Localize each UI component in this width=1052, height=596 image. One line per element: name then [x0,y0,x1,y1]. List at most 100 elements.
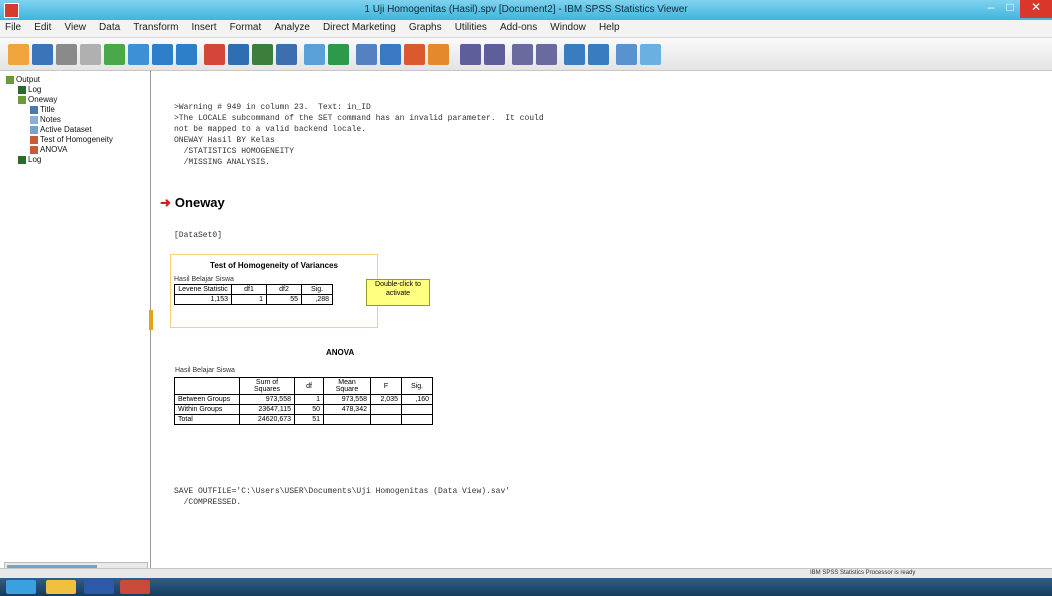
word-icon[interactable] [84,580,114,594]
menu-analyze[interactable]: Analyze [269,20,315,35]
cell: 50 [294,404,324,415]
row-label: Within Groups [174,404,240,415]
maximize-button[interactable]: □ [1001,0,1019,18]
show-all-icon[interactable] [428,44,449,65]
tree-item-notes[interactable]: Notes [30,115,61,124]
cell [370,414,402,425]
script-icon[interactable] [380,44,401,65]
prev-icon[interactable] [460,44,481,65]
insert-output-icon[interactable] [404,44,425,65]
header-cell: df2 [266,284,302,295]
save-icon[interactable] [32,44,53,65]
menu-window[interactable]: Window [545,20,591,35]
preview-icon[interactable] [80,44,101,65]
table-icon [30,135,38,144]
designate-window-icon[interactable] [356,44,377,65]
anova-table[interactable]: Sum of Squares df Mean Square F Sig. Bet… [174,377,433,425]
insert-text-icon[interactable] [640,44,661,65]
menu-utilities[interactable]: Utilities [450,20,492,35]
cell: 478,342 [323,404,371,415]
insert-heading-icon[interactable] [616,44,637,65]
activate-tooltip: Double-click to activate [366,279,430,306]
goto-case-icon[interactable] [228,44,249,65]
hide-icon[interactable] [588,44,609,65]
tree-item-active-dataset[interactable]: Active Dataset [30,125,92,134]
goto-data-icon[interactable] [204,44,225,65]
close-button[interactable]: ✕ [1020,0,1052,18]
cell [401,414,433,425]
log-icon [18,85,26,94]
log-icon [18,155,26,164]
menu-file[interactable]: File [0,20,26,35]
anova-title: ANOVA [326,348,355,357]
expand-icon[interactable] [512,44,533,65]
start-button[interactable] [6,580,36,594]
folder-icon [6,75,14,84]
tree-label: Test of Homogeneity [40,135,113,144]
menu-add-ons[interactable]: Add-ons [495,20,542,35]
select-cases-icon[interactable] [304,44,325,65]
table-row: Total 24620,673 51 [174,414,433,425]
cell: 973,558 [323,394,371,405]
menu-bar: File Edit View Data Transform Insert For… [0,20,1052,38]
collapse-icon[interactable] [536,44,557,65]
menu-direct-marketing[interactable]: Direct Marketing [318,20,401,35]
anova-subtitle: Hasil Belajar Siswa [175,367,235,374]
row-label: Total [174,414,240,425]
tree-item-log[interactable]: Log [18,85,41,94]
recall-dialog-icon[interactable] [128,44,149,65]
homogeneity-table: Levene Statistic df1 df2 Sig. 1,153 1 55… [174,284,333,305]
variables-icon[interactable] [252,44,273,65]
show-icon[interactable] [564,44,585,65]
menu-view[interactable]: View [59,20,91,35]
menu-help[interactable]: Help [594,20,625,35]
tree-label: Oneway [28,95,58,104]
oneway-heading[interactable]: ➜ Oneway [160,195,225,211]
menu-data[interactable]: Data [94,20,125,35]
syntax-log: >Warning # 949 in column 23. Text: in_ID… [174,103,544,167]
cell: 55 [266,294,302,305]
redo-icon[interactable] [176,44,197,65]
open-icon[interactable] [8,44,29,65]
folder-icon [18,95,26,104]
tree-item-title[interactable]: Title [30,105,55,114]
tree-item-log[interactable]: Log [18,155,41,164]
undo-icon[interactable] [152,44,173,65]
header-cell [174,377,240,395]
menu-insert[interactable]: Insert [187,20,222,35]
header-cell: Levene Statistic [174,284,232,295]
spss-icon[interactable] [120,580,150,594]
notes-icon [30,115,38,124]
homogeneity-table-container[interactable]: Test of Homogeneity of Variances Hasil B… [170,254,378,328]
cell: 23647,115 [239,404,295,415]
cell: ,288 [301,294,333,305]
next-icon[interactable] [484,44,505,65]
tree-item-test-of-homogeneity[interactable]: Test of Homogeneity [30,135,113,144]
explorer-icon[interactable] [46,580,76,594]
tree-label: Active Dataset [40,125,92,134]
toolbar [0,38,1052,71]
menu-format[interactable]: Format [225,20,267,35]
tree-item-oneway[interactable]: Oneway [18,95,57,104]
value-labels-icon[interactable] [328,44,349,65]
tree-label: Log [28,85,42,94]
minimize-button[interactable]: – [981,0,1001,18]
save-syntax-log: SAVE OUTFILE='C:\Users\USER\Documents\Uj… [174,487,511,507]
menu-transform[interactable]: Transform [128,20,183,35]
chart-icon[interactable] [276,44,297,65]
tree-item-anova[interactable]: ANOVA [30,145,67,154]
header-cell: Sum of Squares [239,377,295,395]
dataset-icon [30,125,38,134]
header-cell: df [294,377,324,395]
menu-edit[interactable]: Edit [29,20,56,35]
cell: 973,558 [239,394,295,405]
table-row: Within Groups 23647,115 50 478,342 [174,404,433,415]
homogeneity-subtitle: Hasil Belajar Siswa [174,276,234,283]
print-icon[interactable] [56,44,77,65]
export-icon[interactable] [104,44,125,65]
homogeneity-title: Test of Homogeneity of Variances [210,261,338,270]
table-row: Between Groups 973,558 1 973,558 2,035 ,… [174,394,433,405]
tree-label: ANOVA [40,145,68,154]
menu-graphs[interactable]: Graphs [404,20,447,35]
tree-item-output[interactable]: Output [6,75,40,84]
